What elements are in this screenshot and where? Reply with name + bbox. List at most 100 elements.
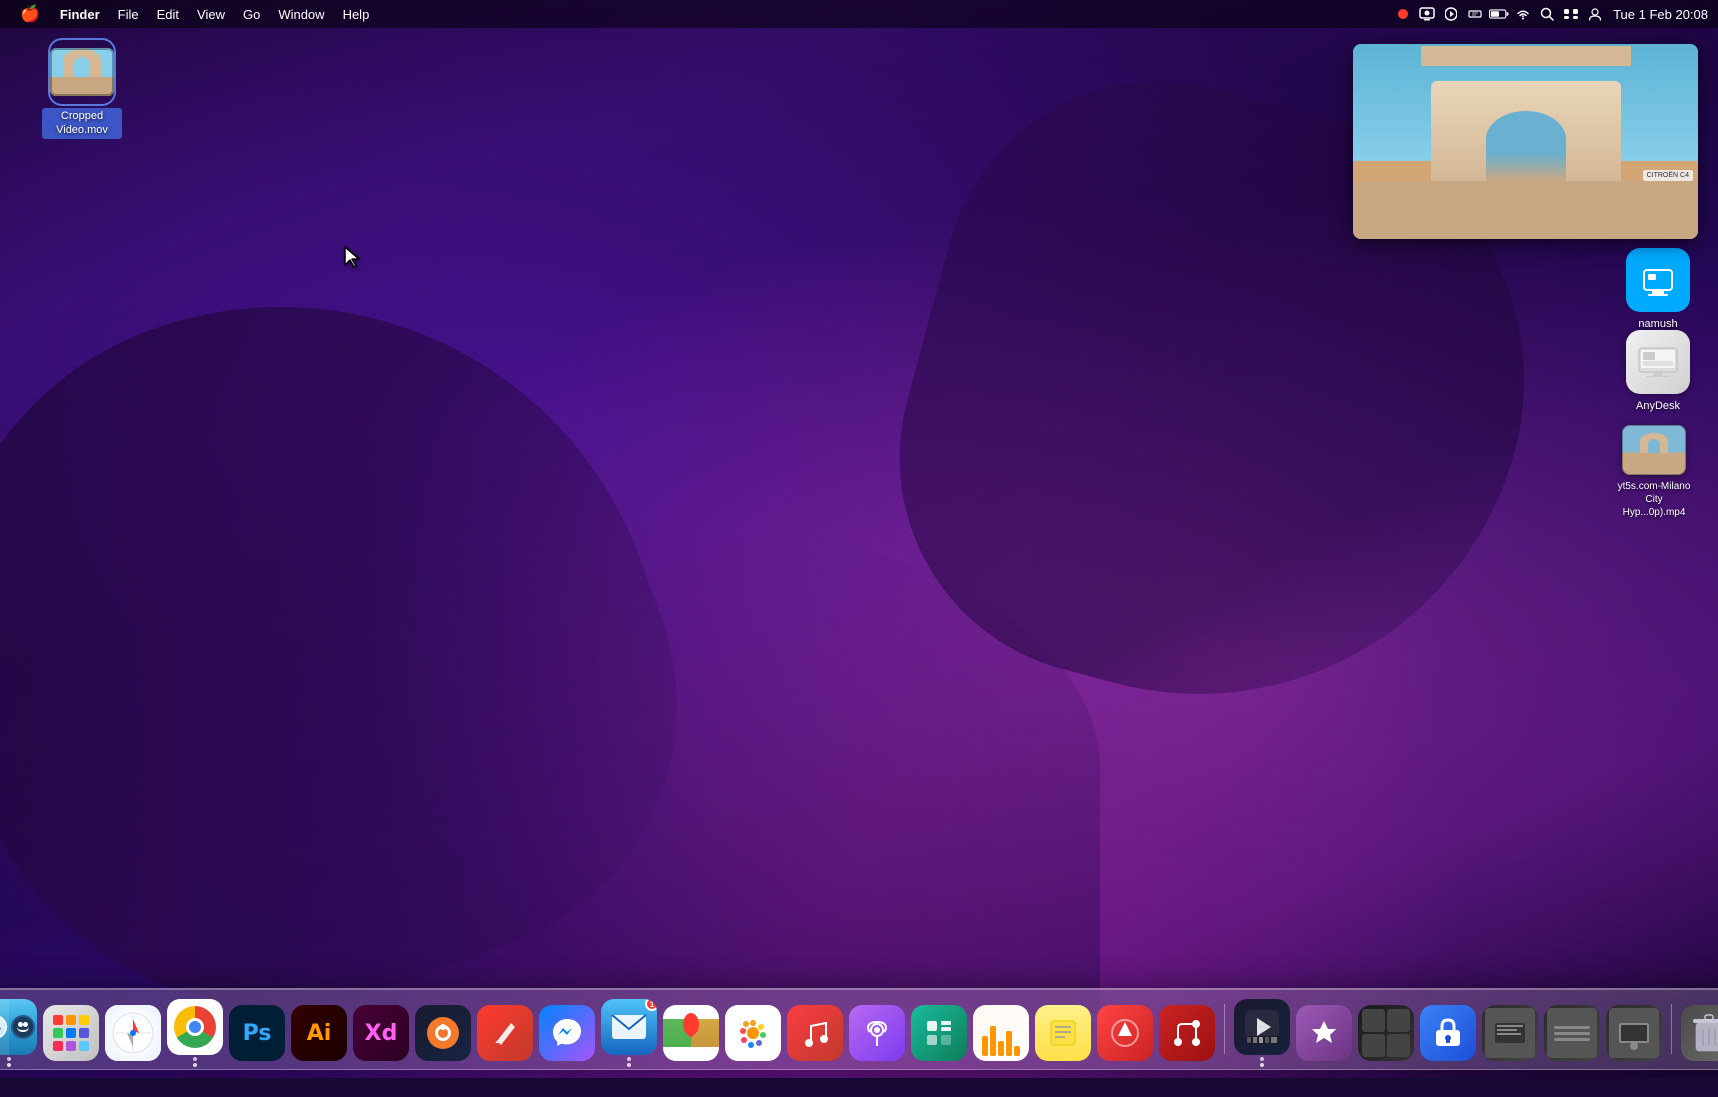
desktop-icon-cropped-video[interactable]: Cropped Video.mov bbox=[42, 40, 122, 139]
dock: Ps Ai Xd bbox=[0, 988, 1718, 1070]
menubar-window[interactable]: Window bbox=[270, 0, 332, 28]
screencontrol3-icon[interactable] bbox=[1544, 1005, 1600, 1061]
dock-item-keychain[interactable] bbox=[1420, 1005, 1476, 1061]
desktop-icon-anydesk[interactable]: AnyDesk bbox=[1618, 330, 1698, 414]
dock-item-fcpx[interactable] bbox=[1234, 999, 1290, 1061]
screencontrol1-icon[interactable] bbox=[1358, 1005, 1414, 1061]
dock-item-blender[interactable] bbox=[415, 1005, 471, 1061]
menubar-edit[interactable]: Edit bbox=[149, 0, 187, 28]
safari-icon[interactable] bbox=[105, 1005, 161, 1061]
keychain-icon[interactable] bbox=[1420, 1005, 1476, 1061]
video-sign-text: CITROËN C4 bbox=[1643, 170, 1693, 181]
dock-item-trash[interactable] bbox=[1681, 1005, 1718, 1061]
messenger-icon[interactable] bbox=[539, 1005, 595, 1061]
dock-item-activity[interactable] bbox=[973, 1005, 1029, 1061]
user-icon[interactable] bbox=[1585, 4, 1605, 24]
record-status-icon[interactable] bbox=[1393, 4, 1413, 24]
namush-icon-image bbox=[1626, 248, 1690, 312]
xd-icon[interactable]: Xd bbox=[353, 1005, 409, 1061]
desktop-icon-namush[interactable]: namush bbox=[1618, 248, 1698, 332]
dock-item-screencontrol3[interactable] bbox=[1544, 1005, 1600, 1061]
screen-record-icon[interactable] bbox=[1417, 4, 1437, 24]
dock-item-maps[interactable] bbox=[663, 1005, 719, 1061]
arch-structure bbox=[1426, 61, 1626, 181]
dock-item-chrome[interactable] bbox=[167, 999, 223, 1061]
video-preview-window[interactable]: CITROËN C4 bbox=[1353, 44, 1698, 239]
podcasts-icon[interactable] bbox=[849, 1005, 905, 1061]
dock-item-mail[interactable]: 1 bbox=[601, 999, 657, 1061]
play-icon[interactable] bbox=[1441, 4, 1461, 24]
trash-icon[interactable] bbox=[1681, 1005, 1718, 1061]
activity-icon[interactable] bbox=[973, 1005, 1029, 1061]
mail-icon[interactable]: 1 bbox=[601, 999, 657, 1055]
menubar-go[interactable]: Go bbox=[235, 0, 268, 28]
battery-icon[interactable]: + bbox=[1489, 4, 1509, 24]
dock-item-messenger[interactable] bbox=[539, 1005, 595, 1061]
menubar-view[interactable]: View bbox=[189, 0, 233, 28]
dock-item-xd[interactable]: Xd bbox=[353, 1005, 409, 1061]
screencontrol4-icon[interactable] bbox=[1606, 1005, 1662, 1061]
dock-separator-2 bbox=[1671, 1004, 1672, 1054]
dock-item-photos[interactable] bbox=[725, 1005, 781, 1061]
dock-dot-chrome bbox=[193, 1057, 197, 1061]
chrome-inner bbox=[174, 1006, 216, 1048]
menubar: 🍎 Finder File Edit View Go Window Help bbox=[0, 0, 1718, 28]
dock-item-podcasts[interactable] bbox=[849, 1005, 905, 1061]
screencontrol2-icon[interactable] bbox=[1482, 1005, 1538, 1061]
dock-item-illustrator[interactable]: Ai bbox=[291, 1005, 347, 1061]
yt5s-video-icon-image bbox=[1622, 425, 1686, 475]
yt5s-video-icon-label: yt5s.com-Milano City Hyp...0p).mp4 bbox=[1610, 479, 1698, 520]
dock-item-safari[interactable] bbox=[105, 1005, 161, 1061]
hill-decoration-center bbox=[200, 518, 1100, 1018]
dock-item-photoshop[interactable]: Ps bbox=[229, 1005, 285, 1061]
illustrator-icon[interactable]: Ai bbox=[291, 1005, 347, 1061]
video-preview-content: CITROËN C4 bbox=[1353, 44, 1698, 239]
desktop-icon-yt5s-video[interactable]: yt5s.com-Milano City Hyp...0p).mp4 bbox=[1610, 425, 1698, 520]
video-ground bbox=[1353, 181, 1698, 240]
svg-text:+: + bbox=[1495, 13, 1499, 19]
notes-icon[interactable] bbox=[1035, 1005, 1091, 1061]
launchpad-icon[interactable] bbox=[43, 1005, 99, 1061]
git-icon[interactable] bbox=[1159, 1005, 1215, 1061]
photoshop-icon[interactable]: Ps bbox=[229, 1005, 285, 1061]
maps-icon[interactable] bbox=[663, 1005, 719, 1061]
dock-item-screencontrol2[interactable] bbox=[1482, 1005, 1538, 1061]
dock-separator bbox=[1224, 1004, 1225, 1054]
dock-item-screencontrol4[interactable] bbox=[1606, 1005, 1662, 1061]
anydesk-icon-label: AnyDesk bbox=[1633, 398, 1683, 414]
dock-item-launchpad[interactable] bbox=[43, 1005, 99, 1061]
apple-menu[interactable]: 🍎 bbox=[10, 0, 50, 28]
dock-dot-finder bbox=[7, 1057, 11, 1061]
notchbar-icon[interactable] bbox=[1465, 4, 1485, 24]
chrome-center bbox=[186, 1018, 204, 1036]
dock-item-notes[interactable] bbox=[1035, 1005, 1091, 1061]
cropped-video-icon-image bbox=[50, 40, 114, 104]
blender-icon[interactable] bbox=[415, 1005, 471, 1061]
dock-item-finder[interactable] bbox=[0, 999, 37, 1061]
proxytools-icon[interactable] bbox=[1296, 1005, 1352, 1061]
dock-item-numbers[interactable] bbox=[911, 1005, 967, 1061]
menubar-app-name[interactable]: Finder bbox=[52, 0, 108, 28]
music-icon[interactable] bbox=[787, 1005, 843, 1061]
dock-item-proxytools[interactable] bbox=[1296, 1005, 1352, 1061]
fcpx-icon[interactable] bbox=[1234, 999, 1290, 1055]
menubar-left: 🍎 Finder File Edit View Go Window Help bbox=[0, 0, 377, 28]
dock-item-music[interactable] bbox=[787, 1005, 843, 1061]
dock-item-screencontrol1[interactable] bbox=[1358, 1005, 1414, 1061]
pencil-icon[interactable] bbox=[477, 1005, 533, 1061]
numbers-icon[interactable] bbox=[911, 1005, 967, 1061]
dock-item-pencil[interactable] bbox=[477, 1005, 533, 1061]
finder-icon[interactable] bbox=[0, 999, 37, 1055]
menubar-help[interactable]: Help bbox=[335, 0, 378, 28]
wifi-icon[interactable] bbox=[1513, 4, 1533, 24]
control-center-icon[interactable] bbox=[1561, 4, 1581, 24]
anydesk-icon-image bbox=[1626, 330, 1690, 394]
dock-item-git[interactable] bbox=[1159, 1005, 1215, 1061]
menubar-file[interactable]: File bbox=[110, 0, 147, 28]
dock-item-transmit[interactable] bbox=[1097, 1005, 1153, 1061]
menubar-right: + bbox=[1393, 4, 1718, 24]
transmit-icon[interactable] bbox=[1097, 1005, 1153, 1061]
search-icon[interactable] bbox=[1537, 4, 1557, 24]
chrome-icon[interactable] bbox=[167, 999, 223, 1055]
photos-icon[interactable] bbox=[725, 1005, 781, 1061]
